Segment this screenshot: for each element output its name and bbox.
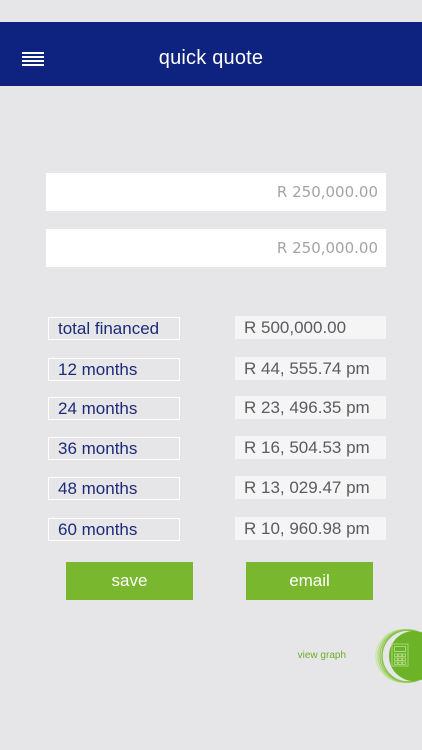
amount-input-2[interactable] <box>46 229 386 267</box>
result-value-36-months: R 16, 504.53 pm <box>235 436 386 459</box>
view-graph-button[interactable] <box>356 628 422 684</box>
calculator-icon <box>375 629 422 683</box>
hamburger-menu-icon[interactable] <box>22 52 44 68</box>
result-label-12-months: 12 months <box>48 358 180 381</box>
result-value-12-months: R 44, 555.74 pm <box>235 357 386 380</box>
page-title: quick quote <box>158 47 264 69</box>
result-label-24-months: 24 months <box>48 397 180 420</box>
result-value-24-months: R 23, 496.35 pm <box>235 396 386 419</box>
result-label-36-months: 36 months <box>48 437 180 460</box>
status-bar <box>0 0 422 22</box>
result-label-48-months: 48 months <box>48 477 180 500</box>
view-graph-link[interactable]: view graph <box>298 649 346 663</box>
result-value-60-months: R 10, 960.98 pm <box>235 517 386 540</box>
amount-input-1[interactable] <box>46 173 386 211</box>
result-label-total-financed: total financed <box>48 317 180 340</box>
email-button[interactable]: email <box>246 562 373 600</box>
app-header: quick quote <box>0 22 422 86</box>
save-button[interactable]: save <box>66 562 193 600</box>
result-label-60-months: 60 months <box>48 518 180 541</box>
result-value-48-months: R 13, 029.47 pm <box>235 476 386 499</box>
result-value-total-financed: R 500,000.00 <box>235 316 386 339</box>
